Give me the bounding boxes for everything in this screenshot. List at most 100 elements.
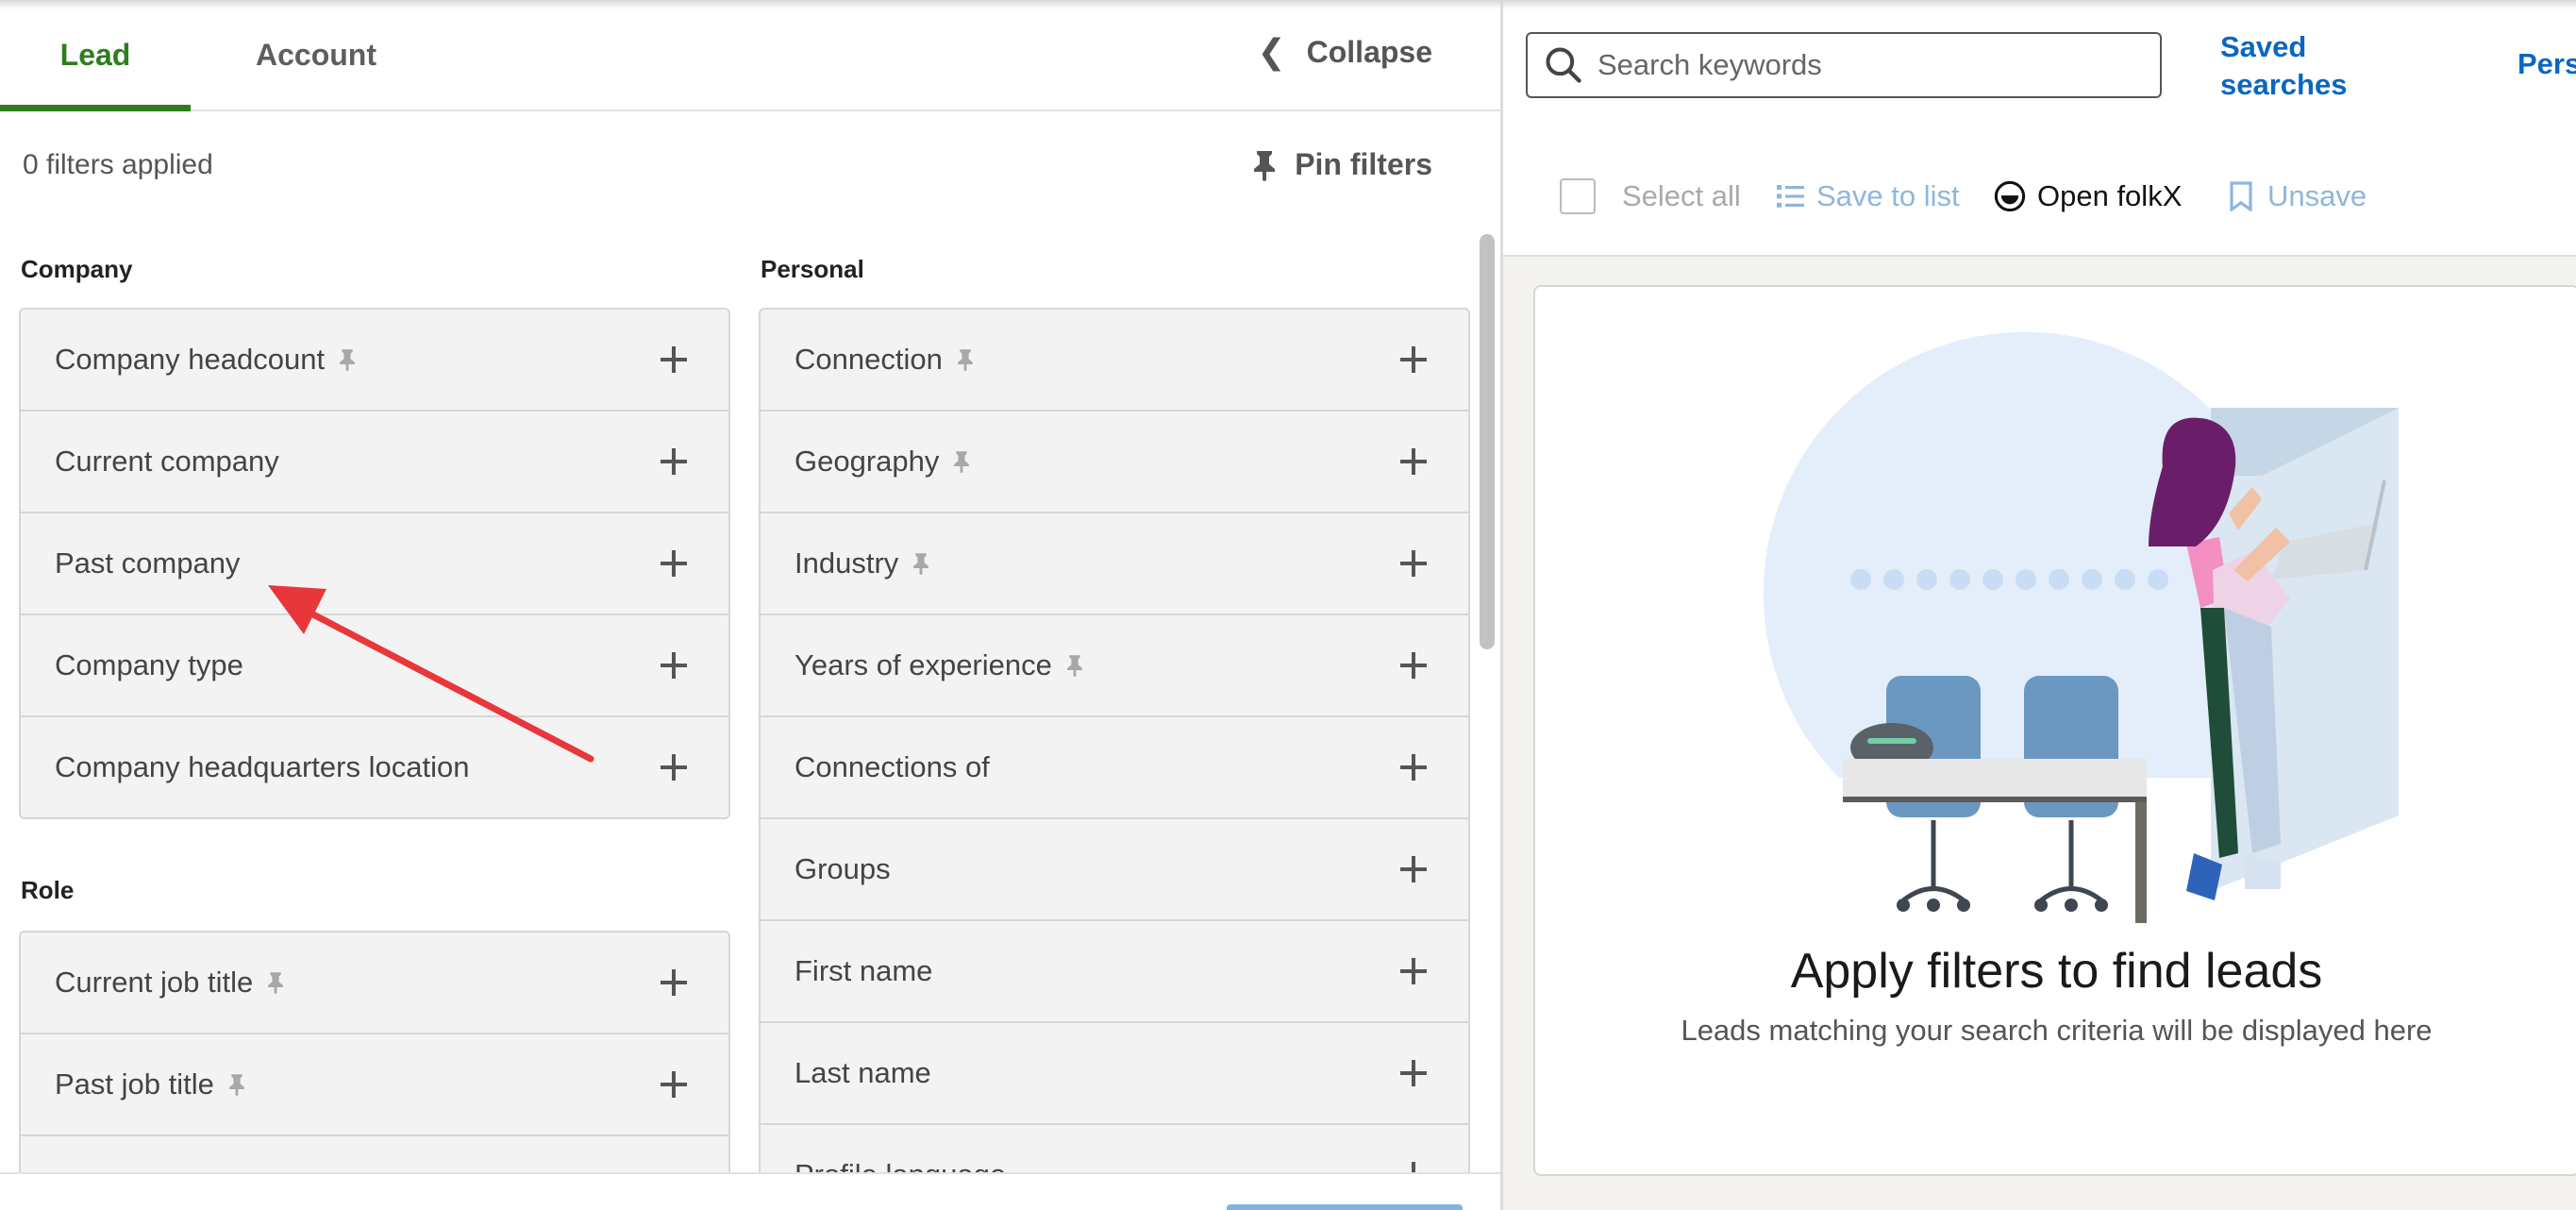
- plus-icon[interactable]: [661, 969, 687, 996]
- pin-filters-button[interactable]: Pin filters: [1251, 147, 1432, 182]
- filter-groups[interactable]: Groups: [761, 819, 1468, 921]
- search-box[interactable]: [1526, 32, 2162, 98]
- filter-label: Geography: [795, 445, 940, 478]
- filter-label: Last name: [795, 1056, 931, 1089]
- filter-label: Current company: [55, 445, 279, 478]
- pin-icon[interactable]: [1065, 653, 1084, 678]
- section-title-company: Company: [21, 255, 133, 283]
- pin-icon[interactable]: [912, 551, 930, 576]
- pin-filters-label: Pin filters: [1295, 147, 1432, 181]
- plus-icon[interactable]: [661, 754, 687, 781]
- filter-connection[interactable]: Connection: [761, 310, 1468, 412]
- select-all-checkbox[interactable]: [1560, 178, 1596, 214]
- search-header: Saved searches Pers: [1503, 0, 2576, 140]
- company-filter-group: Company headcount Current company Past c…: [19, 308, 730, 819]
- filter-profile-language[interactable]: Profile language: [761, 1125, 1468, 1172]
- open-folkx-button[interactable]: Open folkX: [1994, 138, 2182, 255]
- filter-past-company[interactable]: Past company: [21, 513, 728, 615]
- pin-icon[interactable]: [227, 1072, 246, 1097]
- filter-label: Current job title: [55, 966, 254, 999]
- filter-current-company[interactable]: Current company: [21, 412, 728, 513]
- pin-icon[interactable]: [956, 347, 975, 372]
- save-to-list-label: Save to list: [1816, 179, 1960, 212]
- filter-label: Past company: [55, 546, 241, 580]
- unsave-button[interactable]: Unsave: [2230, 138, 2367, 255]
- search-icon: [1546, 47, 1581, 83]
- plus-icon[interactable]: [1400, 958, 1427, 984]
- plus-icon[interactable]: [1400, 550, 1427, 577]
- collapse-label: Collapse: [1306, 34, 1432, 69]
- filter-role-more[interactable]: [21, 1136, 728, 1172]
- plus-icon[interactable]: [661, 550, 687, 577]
- plus-icon[interactable]: [661, 1071, 687, 1098]
- filter-current-job-title[interactable]: Current job title: [21, 933, 728, 1034]
- filter-last-name[interactable]: Last name: [761, 1023, 1468, 1125]
- pin-icon[interactable]: [952, 449, 971, 474]
- search-input[interactable]: [1596, 47, 2128, 83]
- chevron-left-icon: ❮: [1257, 32, 1286, 71]
- filter-industry[interactable]: Industry: [761, 513, 1468, 615]
- filter-label: Profile language: [795, 1158, 1006, 1172]
- pin-icon[interactable]: [266, 970, 285, 995]
- filter-label: Past job title: [55, 1067, 214, 1101]
- empty-state-title: Apply filters to find leads: [1790, 944, 2323, 999]
- filter-company-headcount[interactable]: Company headcount: [21, 310, 728, 412]
- footer-button-edge[interactable]: [1227, 1204, 1463, 1210]
- plus-icon[interactable]: [1400, 346, 1427, 373]
- filter-past-job-title[interactable]: Past job title: [21, 1034, 728, 1136]
- results-panel: Saved searches Pers Select all Save to l…: [1503, 0, 2576, 1210]
- filter-label: First name: [795, 954, 933, 987]
- empty-state-illustration: [1763, 331, 2399, 923]
- plus-icon[interactable]: [1400, 652, 1427, 679]
- filter-geography[interactable]: Geography: [761, 412, 1468, 513]
- role-filter-group: Current job title Past job title: [19, 931, 730, 1172]
- filter-label: Industry: [795, 546, 899, 580]
- plus-icon[interactable]: [661, 448, 687, 475]
- pin-icon[interactable]: [338, 347, 357, 372]
- filter-first-name[interactable]: First name: [761, 921, 1468, 1023]
- personal-filter-group: Connection Geography Industry Years of e…: [759, 308, 1470, 1172]
- plus-icon[interactable]: [1400, 754, 1427, 781]
- folkx-icon: [1994, 180, 2026, 212]
- saved-searches-link[interactable]: Saved searches: [2220, 28, 2381, 104]
- filter-company-headquarters-location[interactable]: Company headquarters location: [21, 717, 728, 817]
- section-title-personal: Personal: [761, 255, 864, 283]
- pin-icon: [1254, 150, 1276, 181]
- personas-link[interactable]: Pers: [2517, 47, 2576, 81]
- tab-bar: Lead Account ❮ Collapse: [0, 0, 1500, 111]
- select-all[interactable]: Select all: [1560, 138, 1741, 255]
- filter-label: Years of experience: [795, 648, 1052, 681]
- empty-state-subtitle: Leads matching your search criteria will…: [1681, 1014, 2433, 1047]
- plus-icon[interactable]: [1400, 856, 1427, 882]
- collapse-button[interactable]: ❮ Collapse: [1257, 0, 1432, 104]
- filter-label: Connections of: [795, 750, 990, 783]
- filter-panel: Lead Account ❮ Collapse 0 filters applie…: [0, 0, 1500, 1210]
- filter-scroll-area: Company Company headcount Current compan…: [0, 227, 1472, 1172]
- tab-account[interactable]: Account: [217, 0, 415, 109]
- filter-label: Company headquarters location: [55, 750, 470, 783]
- select-all-label: Select all: [1622, 179, 1741, 212]
- scrollbar-thumb[interactable]: [1480, 234, 1495, 649]
- results-toolbar: Select all Save to list Open folkX Unsav…: [1503, 138, 2576, 257]
- filter-connections-of[interactable]: Connections of: [761, 717, 1468, 819]
- plus-icon[interactable]: [661, 652, 687, 679]
- filter-company-type[interactable]: Company type: [21, 615, 728, 717]
- section-title-role: Role: [21, 876, 75, 904]
- open-folkx-label: Open folkX: [2037, 179, 2183, 212]
- plus-icon[interactable]: [661, 346, 687, 373]
- unsave-label: Unsave: [2267, 179, 2367, 212]
- empty-state-card: Apply filters to find leads Leads matchi…: [1533, 285, 2576, 1176]
- bookmark-icon: [2230, 181, 2252, 211]
- footer-divider: [0, 1172, 1500, 1174]
- plus-icon[interactable]: [1400, 448, 1427, 475]
- save-to-list-button[interactable]: Save to list: [1777, 138, 1960, 255]
- filter-label: Connection: [795, 343, 943, 376]
- filter-label: Company type: [55, 648, 243, 681]
- plus-icon[interactable]: [1400, 1162, 1427, 1172]
- filter-label: Groups: [795, 852, 891, 885]
- filter-label: Company headcount: [55, 343, 326, 376]
- filters-applied-count: 0 filters applied: [23, 149, 213, 180]
- filter-years-of-experience[interactable]: Years of experience: [761, 615, 1468, 717]
- tab-lead[interactable]: Lead: [0, 0, 191, 111]
- plus-icon[interactable]: [1400, 1060, 1427, 1086]
